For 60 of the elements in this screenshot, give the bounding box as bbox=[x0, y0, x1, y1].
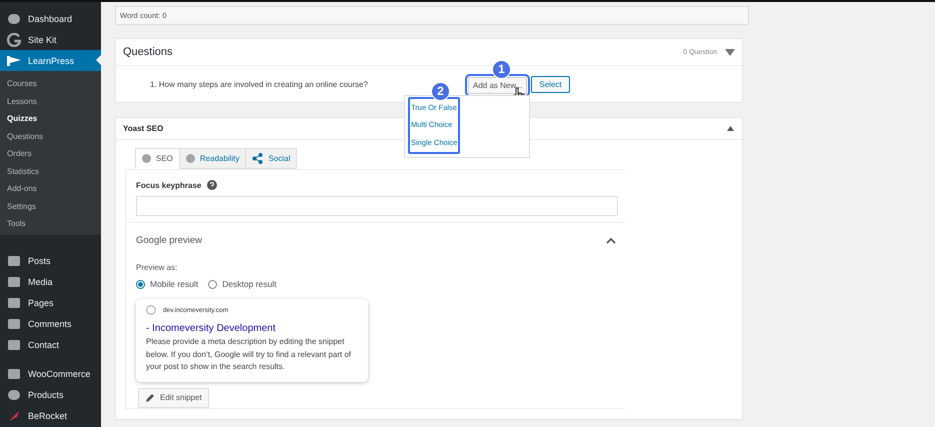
menu-icon bbox=[6, 338, 22, 352]
help-icon[interactable] bbox=[207, 180, 218, 190]
sidebar-item[interactable]: Contact bbox=[0, 334, 101, 356]
submenu-item[interactable]: Lessons bbox=[0, 92, 101, 110]
submenu-item[interactable]: Add-ons bbox=[0, 180, 101, 198]
field-label: Focus keyphrase bbox=[136, 180, 202, 190]
menu-icon bbox=[6, 388, 22, 402]
sidebar-item[interactable]: LearnPress bbox=[0, 50, 101, 71]
focus-keyphrase-input[interactable] bbox=[136, 196, 618, 216]
sidebar-item[interactable]: Site Kit bbox=[0, 29, 101, 50]
tab[interactable]: Social bbox=[245, 148, 298, 169]
select-button[interactable]: Select bbox=[531, 76, 570, 92]
menu-icon bbox=[6, 12, 22, 26]
submenu-item[interactable]: Tools bbox=[0, 215, 101, 232]
radio-label: Desktop result bbox=[222, 279, 277, 289]
tab[interactable]: Readability bbox=[178, 148, 246, 169]
menu-icon bbox=[6, 367, 22, 381]
sidebar-item[interactable]: Posts bbox=[0, 250, 101, 272]
radio-label: Mobile result bbox=[150, 279, 198, 289]
menu-icon bbox=[6, 54, 22, 66]
globe-icon bbox=[146, 305, 156, 315]
preview-description: Please provide a meta description by editing the snippet below. If you don’t, Google will try to find a relevant part of your post to show in the search results. bbox=[146, 336, 352, 373]
chevron-icon[interactable] bbox=[606, 238, 616, 244]
preview-as-label: Preview as: bbox=[136, 263, 178, 272]
collapse-arrow-icon[interactable] bbox=[725, 48, 735, 56]
add-as-new-button[interactable]: Add as New... bbox=[468, 76, 528, 94]
status-dot-icon bbox=[142, 154, 151, 163]
submenu-item[interactable]: Settings bbox=[0, 198, 101, 215]
submenu-item[interactable]: Courses bbox=[0, 75, 101, 92]
step-badge: 2 bbox=[431, 82, 450, 100]
collapse-arrow-icon[interactable] bbox=[727, 126, 734, 131]
status-dot-icon bbox=[186, 154, 195, 163]
question-text: 1. How many steps are involved in creating an online course? bbox=[150, 80, 369, 88]
menu-icon bbox=[6, 296, 22, 310]
sidebar-item[interactable]: Dashboard bbox=[0, 8, 101, 29]
section-title: Google preview bbox=[136, 235, 202, 246]
panel-title: Questions bbox=[123, 46, 174, 58]
share-icon bbox=[252, 153, 264, 164]
menu-icon bbox=[6, 275, 22, 289]
panel-title: Yoast SEO bbox=[123, 124, 164, 133]
pencil-icon bbox=[145, 392, 155, 402]
sidebar-item[interactable]: Pages bbox=[0, 292, 101, 314]
sidebar-item[interactable]: Media bbox=[0, 272, 101, 292]
menu-icon bbox=[6, 317, 22, 331]
submenu-item[interactable]: Statistics bbox=[0, 162, 101, 180]
sidebar-item[interactable]: Products bbox=[0, 384, 101, 406]
sidebar-item[interactable]: BeRocket bbox=[0, 406, 101, 426]
submenu-item[interactable]: Orders bbox=[0, 145, 101, 162]
tab[interactable]: SEO bbox=[135, 148, 180, 169]
preview-title: - Incomeversity Development bbox=[146, 323, 276, 334]
sidebar-item[interactable]: WooCommerce bbox=[0, 364, 101, 384]
radio-button[interactable] bbox=[136, 280, 145, 288]
menu-icon bbox=[6, 254, 22, 268]
step-badge: 1 bbox=[492, 60, 511, 78]
submenu-item[interactable]: Quizzes bbox=[0, 110, 101, 128]
submenu-item[interactable]: Questions bbox=[0, 128, 101, 145]
menu-icon bbox=[6, 32, 22, 46]
radio-button[interactable] bbox=[208, 280, 218, 288]
sidebar-item[interactable]: Comments bbox=[0, 314, 101, 334]
edit-snippet-button[interactable]: Edit snippet bbox=[138, 388, 209, 408]
